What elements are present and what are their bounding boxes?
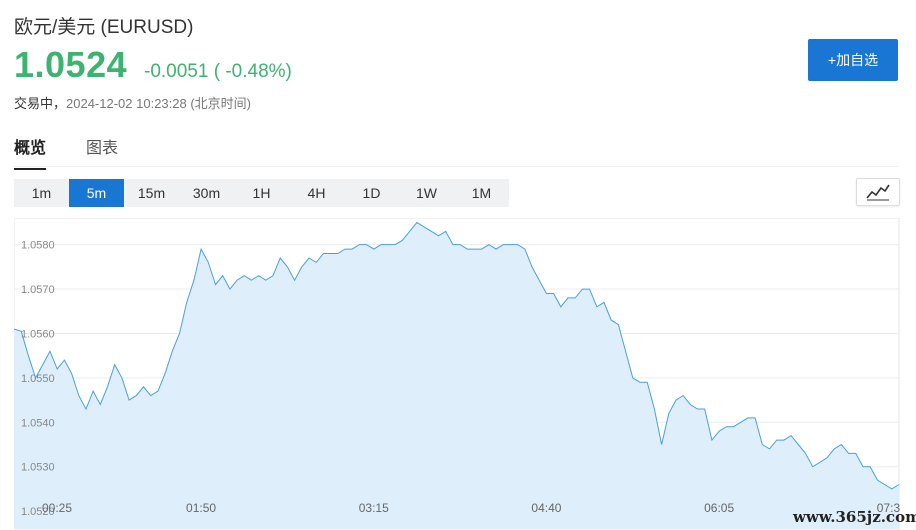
timeframe-5m[interactable]: 5m <box>69 179 124 207</box>
x-tick-label: 06:05 <box>704 501 734 515</box>
current-price: 1.0524 <box>14 44 128 85</box>
tab-overview[interactable]: 概览 <box>14 134 47 170</box>
price-change: -0.0051 ( -0.48%) <box>144 61 292 82</box>
timeframe-1mo[interactable]: 1M <box>454 179 509 207</box>
y-tick-label: 1.0560 <box>21 328 55 340</box>
add-to-watchlist-button[interactable]: +加自选 <box>808 39 898 81</box>
x-tick-label: 00:25 <box>42 501 72 515</box>
timeframe-selector: 1m 5m 15m 30m 1H 4H 1D 1W 1M <box>14 179 509 207</box>
y-tick-label: 1.0580 <box>21 240 55 252</box>
chart-type-button[interactable] <box>856 178 900 206</box>
section-tabs: 概览 图表 <box>14 126 898 170</box>
x-tick-label: 04:40 <box>531 501 561 515</box>
trading-status: 交易中，2024-12-02 10:23:28 (北京时间) <box>14 93 251 112</box>
watermark: www.365jz.com <box>793 508 916 526</box>
timeframe-1w[interactable]: 1W <box>399 179 454 207</box>
status-label: 交易中， <box>14 96 67 111</box>
x-tick-label: 01:50 <box>186 501 216 515</box>
timeframe-1h[interactable]: 1H <box>234 179 289 207</box>
y-tick-label: 1.0550 <box>21 373 55 385</box>
timeframe-15m[interactable]: 15m <box>124 179 179 207</box>
y-tick-label: 1.0530 <box>21 462 55 474</box>
x-tick-label: 03:15 <box>359 501 389 515</box>
timeframe-30m[interactable]: 30m <box>179 179 234 207</box>
timeframe-1d[interactable]: 1D <box>344 179 399 207</box>
timeframe-1m[interactable]: 1m <box>14 179 69 207</box>
y-tick-label: 1.0540 <box>21 417 55 429</box>
instrument-title: 欧元/美元 (EURUSD) <box>14 17 194 38</box>
tab-chart[interactable]: 图表 <box>86 134 118 168</box>
line-chart-icon <box>866 184 890 201</box>
price-chart: 1.05201.05301.05401.05501.05601.05701.05… <box>14 218 900 530</box>
timeframe-4h[interactable]: 4H <box>289 179 344 207</box>
y-tick-label: 1.0570 <box>21 284 55 296</box>
quote-timestamp: 2024-12-02 10:23:28 (北京时间) <box>66 96 251 111</box>
